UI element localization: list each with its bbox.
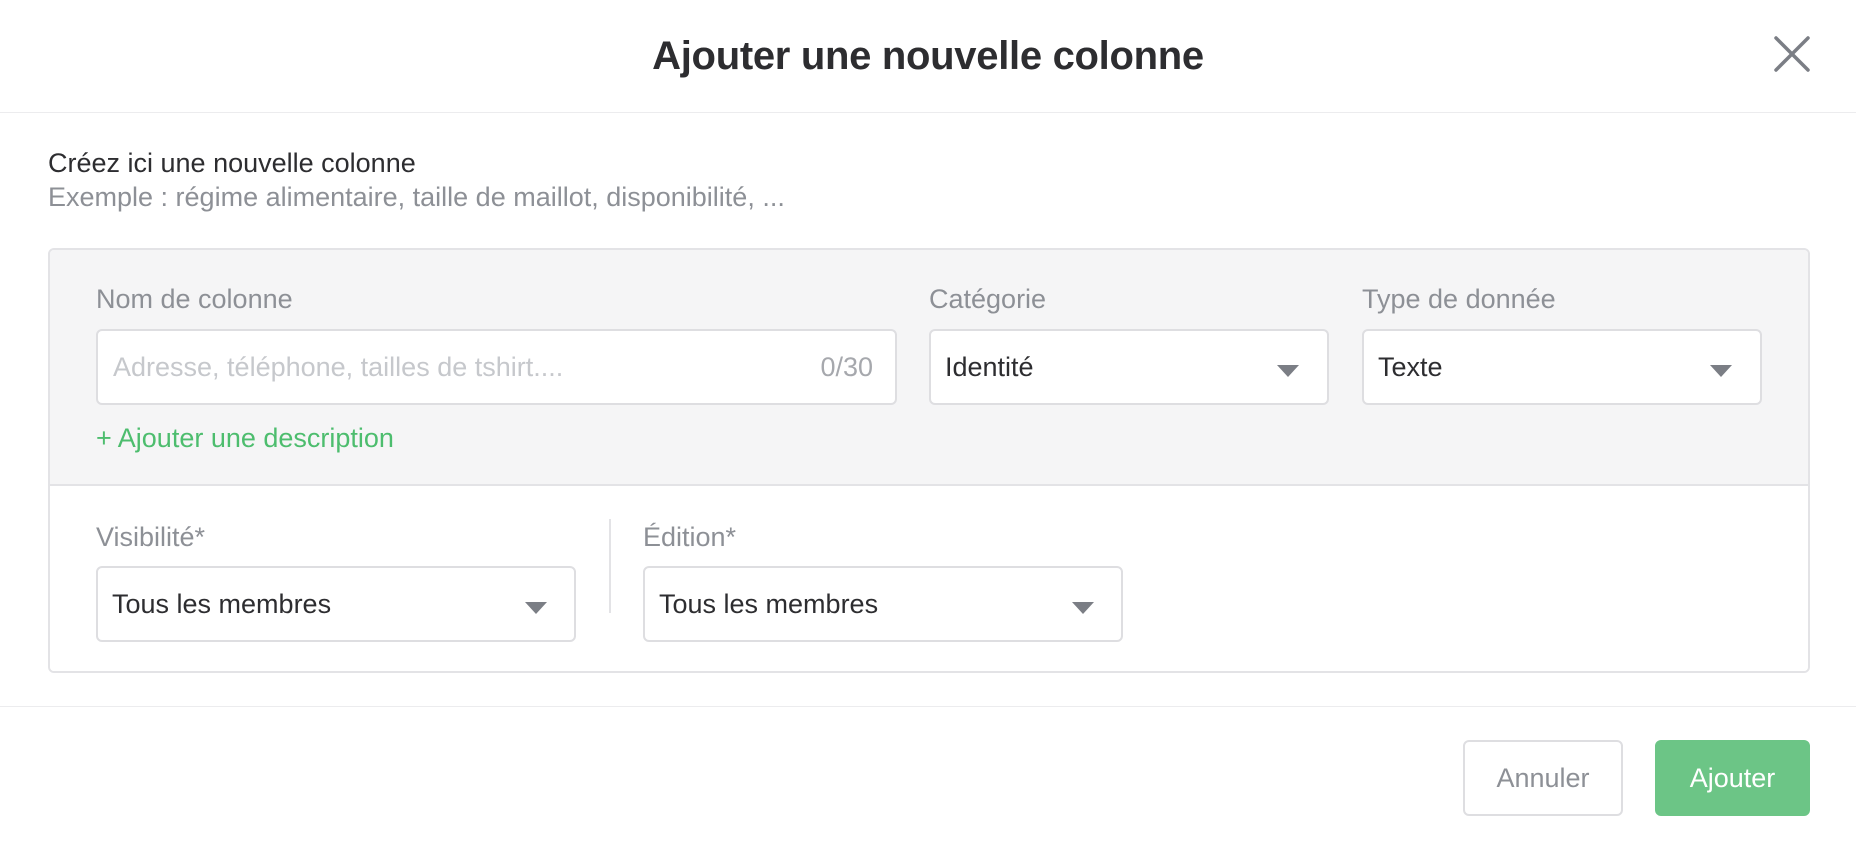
column-name-placeholder: Adresse, téléphone, tailles de tshirt...… <box>113 352 564 382</box>
intro-title: Créez ici une nouvelle colonne <box>48 148 416 178</box>
data-type-value: Texte <box>1378 352 1443 382</box>
footer-divider <box>0 706 1856 707</box>
visibility-label: Visibilité* <box>96 522 206 552</box>
column-name-input[interactable]: Adresse, téléphone, tailles de tshirt...… <box>96 329 897 405</box>
intro-block: Créez ici une nouvelle colonne Exemple :… <box>48 146 785 214</box>
chevron-down-icon <box>1710 365 1732 377</box>
column-definition-panel: Nom de colonne Adresse, téléphone, taill… <box>50 250 1808 486</box>
character-counter: 0/30 <box>820 352 873 382</box>
chevron-down-icon <box>525 602 547 614</box>
cancel-button[interactable]: Annuler <box>1463 740 1623 816</box>
data-type-select[interactable]: Texte <box>1362 329 1762 405</box>
close-icon[interactable] <box>1772 34 1812 74</box>
category-label: Catégorie <box>929 284 1047 314</box>
column-name-label: Nom de colonne <box>96 284 293 314</box>
visibility-value: Tous les membres <box>112 589 332 619</box>
chevron-down-icon <box>1072 602 1094 614</box>
column-form-card: Nom de colonne Adresse, téléphone, taill… <box>48 248 1810 673</box>
edition-label: Édition* <box>643 522 737 552</box>
edition-value: Tous les membres <box>659 589 879 619</box>
column-divider <box>609 519 611 613</box>
add-column-modal: Ajouter une nouvelle colonne Créez ici u… <box>0 0 1856 848</box>
add-description-link[interactable]: + Ajouter une description <box>96 423 394 454</box>
add-button[interactable]: Ajouter <box>1655 740 1810 816</box>
permissions-panel: Visibilité* Tous les membres Édition* To… <box>50 486 1808 671</box>
modal-title: Ajouter une nouvelle colonne <box>652 34 1204 78</box>
category-select[interactable]: Identité <box>929 329 1329 405</box>
chevron-down-icon <box>1277 365 1299 377</box>
modal-header: Ajouter une nouvelle colonne <box>0 0 1856 113</box>
edition-select[interactable]: Tous les membres <box>643 566 1123 642</box>
data-type-label: Type de donnée <box>1362 284 1556 314</box>
intro-subtitle: Exemple : régime alimentaire, taille de … <box>48 182 785 212</box>
visibility-select[interactable]: Tous les membres <box>96 566 576 642</box>
category-value: Identité <box>945 352 1034 382</box>
